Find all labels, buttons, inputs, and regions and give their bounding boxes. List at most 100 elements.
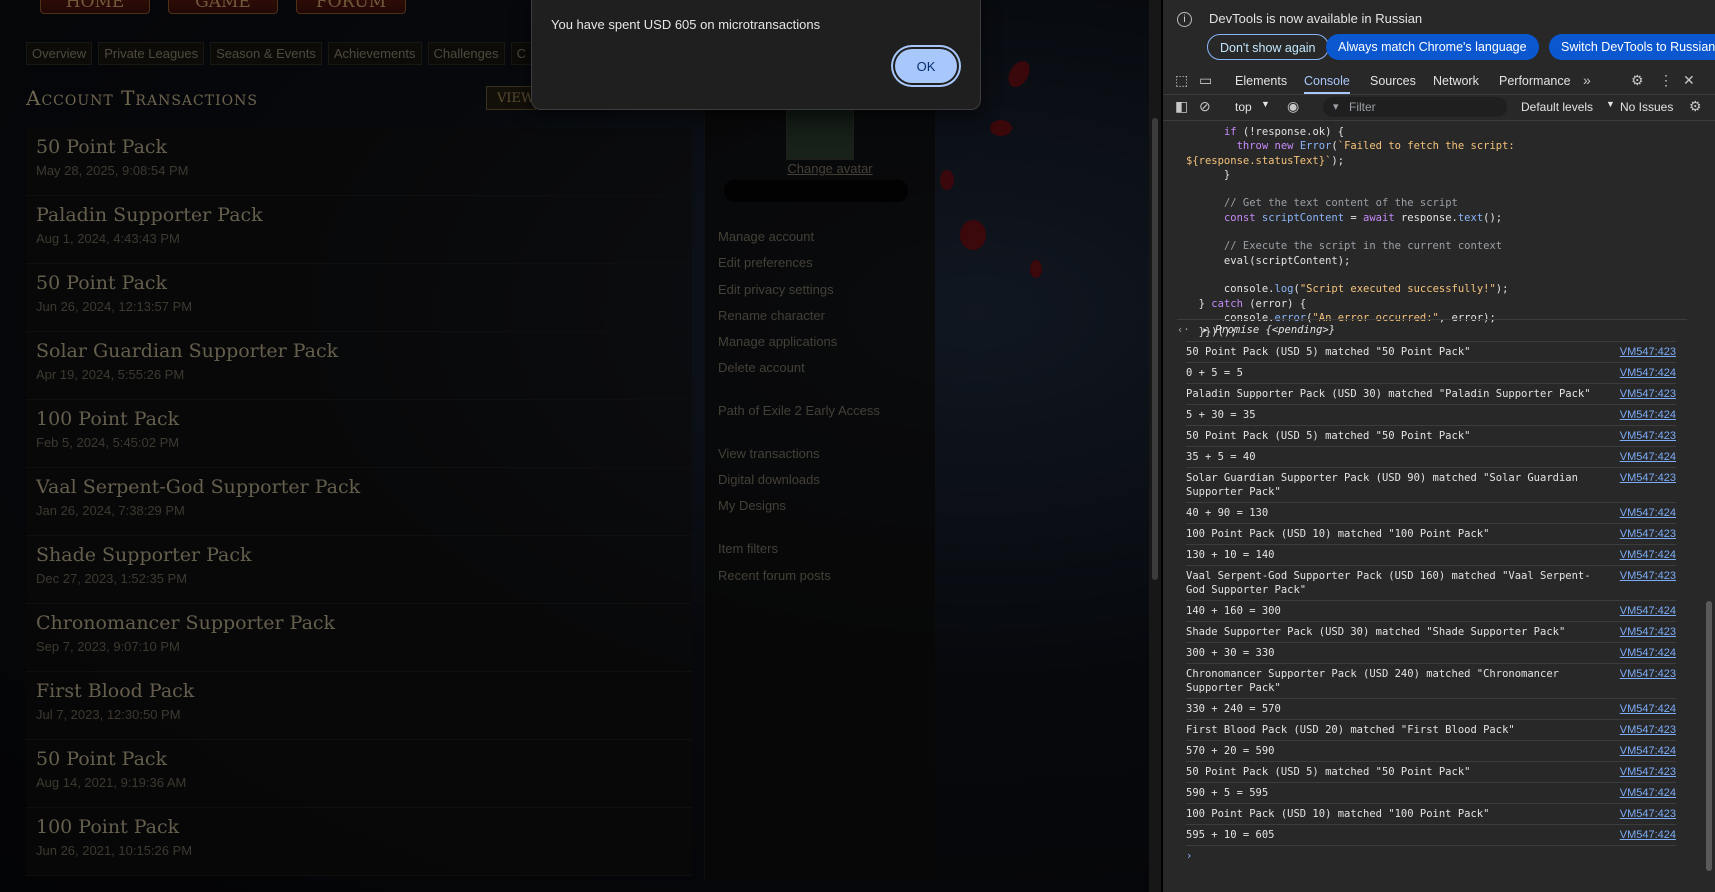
log-source-link[interactable]: VM547:424 xyxy=(1620,366,1676,380)
page-scrollbar-thumb[interactable] xyxy=(1152,118,1158,580)
log-source-link[interactable]: VM547:424 xyxy=(1620,408,1676,422)
menu-item-filters[interactable]: Item filters xyxy=(718,541,778,556)
tab-network[interactable]: Network xyxy=(1433,68,1479,94)
close-icon[interactable]: ✕ xyxy=(1683,72,1695,89)
log-text: 100 Point Pack (USD 10) matched "100 Poi… xyxy=(1186,808,1490,820)
account-sidebar xyxy=(704,100,935,880)
menu-digital-downloads[interactable]: Digital downloads xyxy=(718,472,820,487)
menu-rename-character[interactable]: Rename character xyxy=(718,308,825,323)
log-source-link[interactable]: VM547:423 xyxy=(1620,527,1676,541)
log-source-link[interactable]: VM547:423 xyxy=(1620,429,1676,443)
console-prompt[interactable]: › xyxy=(1186,845,1676,866)
console-scrollbar[interactable] xyxy=(1703,121,1715,892)
menu-view-transactions[interactable]: View transactions xyxy=(718,446,820,461)
nav-forum[interactable]: FORUM xyxy=(296,0,406,14)
page-scrollbar[interactable] xyxy=(1149,0,1161,892)
menu-poe2-early-access[interactable]: Path of Exile 2 Early Access xyxy=(718,403,880,418)
transaction-date: Jul 7, 2023, 12:30:50 PM xyxy=(36,707,181,722)
filter-input[interactable]: Filter xyxy=(1323,97,1507,117)
tab-challenges[interactable]: Challenges xyxy=(427,42,505,65)
sidebar-toggle-icon[interactable]: ◧ xyxy=(1175,98,1188,115)
console-log-entry: 595 + 10 = 605 VM547:424 xyxy=(1186,824,1676,845)
transaction-name: 50 Point Pack xyxy=(36,748,168,770)
account-name-bar xyxy=(724,180,908,202)
transaction-row: 100 Point Pack Feb 5, 2024, 5:45:02 PM xyxy=(26,400,692,468)
log-source-link[interactable]: VM547:424 xyxy=(1620,604,1676,618)
settings-gear-icon[interactable]: ⚙ xyxy=(1631,72,1644,89)
tab-achievements[interactable]: Achievements xyxy=(327,42,422,65)
nav-home[interactable]: HOME xyxy=(40,0,150,14)
log-source-link[interactable]: VM547:424 xyxy=(1620,450,1676,464)
log-levels-dropdown[interactable]: Default levels xyxy=(1521,100,1593,114)
issues-counter[interactable]: No Issues xyxy=(1620,100,1673,114)
transaction-date: Jun 26, 2021, 10:15:26 PM xyxy=(36,843,193,858)
menu-manage-account[interactable]: Manage account xyxy=(718,229,814,244)
tab-season-events[interactable]: Season & Events xyxy=(210,42,322,65)
tab-elements[interactable]: Elements xyxy=(1235,68,1287,94)
console-input-code: if (!response.ok) { throw new Error(`Fai… xyxy=(1186,126,1515,339)
log-source-link[interactable]: VM547:423 xyxy=(1620,387,1676,401)
menu-delete-account[interactable]: Delete account xyxy=(718,360,805,375)
log-source-link[interactable]: VM547:424 xyxy=(1620,548,1676,562)
console-scrollbar-thumb[interactable] xyxy=(1706,601,1712,871)
console-settings-gear-icon[interactable]: ⚙ xyxy=(1689,98,1702,115)
log-source-link[interactable]: VM547:423 xyxy=(1620,625,1676,639)
log-source-link[interactable]: VM547:423 xyxy=(1620,765,1676,779)
tab-overview[interactable]: Overview xyxy=(26,42,93,65)
more-options-icon[interactable]: ⋮ xyxy=(1659,72,1673,89)
menu-edit-preferences[interactable]: Edit preferences xyxy=(718,255,813,270)
transaction-list: 50 Point Pack May 28, 2025, 9:08:54 PM Pa… xyxy=(26,128,692,876)
menu-my-designs[interactable]: My Designs xyxy=(718,498,786,513)
log-source-link[interactable]: VM547:423 xyxy=(1620,471,1676,485)
devtools-panel: i DevTools is now available in Russian D… xyxy=(1163,0,1715,892)
switch-to-russian-button[interactable]: Switch DevTools to Russian xyxy=(1549,34,1715,60)
log-source-link[interactable]: VM547:424 xyxy=(1620,646,1676,660)
tab-console[interactable]: Console xyxy=(1304,68,1350,94)
log-source-link[interactable]: VM547:424 xyxy=(1620,506,1676,520)
tab-private-leagues[interactable]: Private Leagues xyxy=(98,42,205,65)
log-source-link[interactable]: VM547:424 xyxy=(1620,786,1676,800)
log-source-link[interactable]: VM547:423 xyxy=(1620,345,1676,359)
transaction-row: 50 Point Pack Jun 26, 2024, 12:13:57 PM xyxy=(26,264,692,332)
tab-sources[interactable]: Sources xyxy=(1370,68,1416,94)
log-source-link[interactable]: VM547:424 xyxy=(1620,828,1676,842)
console-log-entry: 140 + 160 = 300 VM547:424 xyxy=(1186,600,1676,621)
log-text: 40 + 90 = 130 xyxy=(1186,507,1269,519)
more-tabs-icon[interactable]: » xyxy=(1583,72,1591,88)
inspect-element-icon[interactable]: ⬚ xyxy=(1175,72,1188,89)
device-toolbar-icon[interactable]: ▭ xyxy=(1199,72,1212,89)
menu-recent-forum-posts[interactable]: Recent forum posts xyxy=(718,568,831,583)
tab-performance[interactable]: Performance xyxy=(1499,68,1571,94)
devtools-tabs: ⬚ ▭ Elements Console Sources Network Per… xyxy=(1163,68,1715,95)
tab-c[interactable]: C xyxy=(510,42,532,65)
dont-show-again-button[interactable]: Don't show again xyxy=(1207,34,1329,60)
promise-result[interactable]: ‹· ▸ Promise {<pending>} xyxy=(1177,319,1687,340)
alert-message: You have spent USD 605 on microtransacti… xyxy=(551,17,821,32)
console-log-entry: 50 Point Pack (USD 5) matched "50 Point … xyxy=(1186,761,1676,782)
nav-game[interactable]: GAME xyxy=(168,0,278,14)
live-expression-eye-icon[interactable]: ◉ xyxy=(1287,98,1299,115)
page-title: Account Transactions xyxy=(26,86,258,110)
context-selector[interactable]: top xyxy=(1235,100,1252,114)
log-source-link[interactable]: VM547:423 xyxy=(1620,667,1676,681)
clear-console-icon[interactable]: ⊘ xyxy=(1199,98,1211,115)
log-source-link[interactable]: VM547:424 xyxy=(1620,744,1676,758)
log-source-link[interactable]: VM547:423 xyxy=(1620,723,1676,737)
always-match-language-button[interactable]: Always match Chrome's language xyxy=(1326,34,1539,60)
change-avatar-link[interactable]: Change avatar xyxy=(770,161,890,176)
console-log-entry: Shade Supporter Pack (USD 30) matched "S… xyxy=(1186,621,1676,642)
log-source-link[interactable]: VM547:423 xyxy=(1620,569,1676,583)
menu-edit-privacy[interactable]: Edit privacy settings xyxy=(718,282,834,297)
log-text: 5 + 30 = 35 xyxy=(1186,409,1256,421)
menu-manage-applications[interactable]: Manage applications xyxy=(718,334,837,349)
log-source-link[interactable]: VM547:423 xyxy=(1620,807,1676,821)
view-button[interactable]: VIEW xyxy=(486,86,536,110)
expand-triangle-icon[interactable]: ▸ xyxy=(1202,324,1208,336)
log-text: Vaal Serpent-God Supporter Pack (USD 160… xyxy=(1186,570,1591,596)
log-source-link[interactable]: VM547:424 xyxy=(1620,702,1676,716)
transaction-date: Sep 7, 2023, 9:07:10 PM xyxy=(36,639,180,654)
transaction-name: Shade Supporter Pack xyxy=(36,544,252,566)
log-text: 595 + 10 = 605 xyxy=(1186,829,1275,841)
ok-button[interactable]: OK xyxy=(895,49,957,83)
transaction-name: 50 Point Pack xyxy=(36,136,168,158)
